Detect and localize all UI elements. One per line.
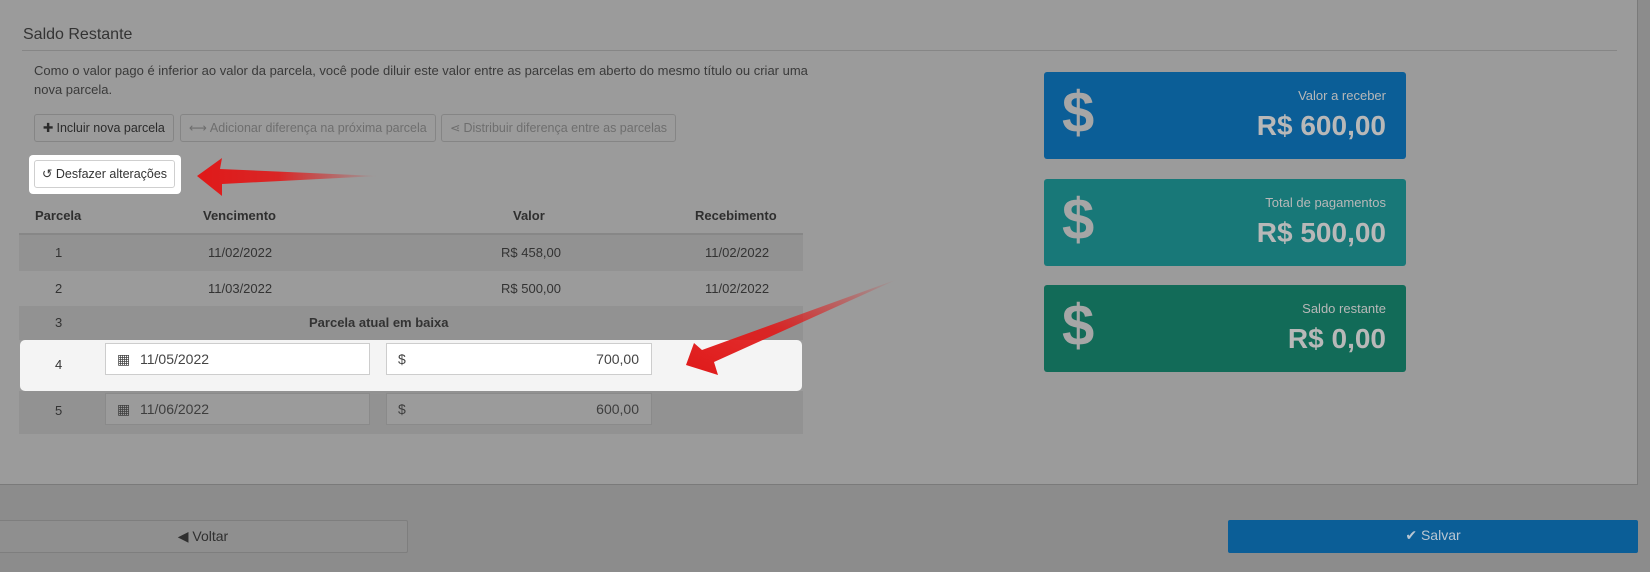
annotation-arrows xyxy=(197,158,898,375)
arrow-to-amount-input xyxy=(686,279,898,375)
arrow-to-undo-button xyxy=(197,158,378,196)
